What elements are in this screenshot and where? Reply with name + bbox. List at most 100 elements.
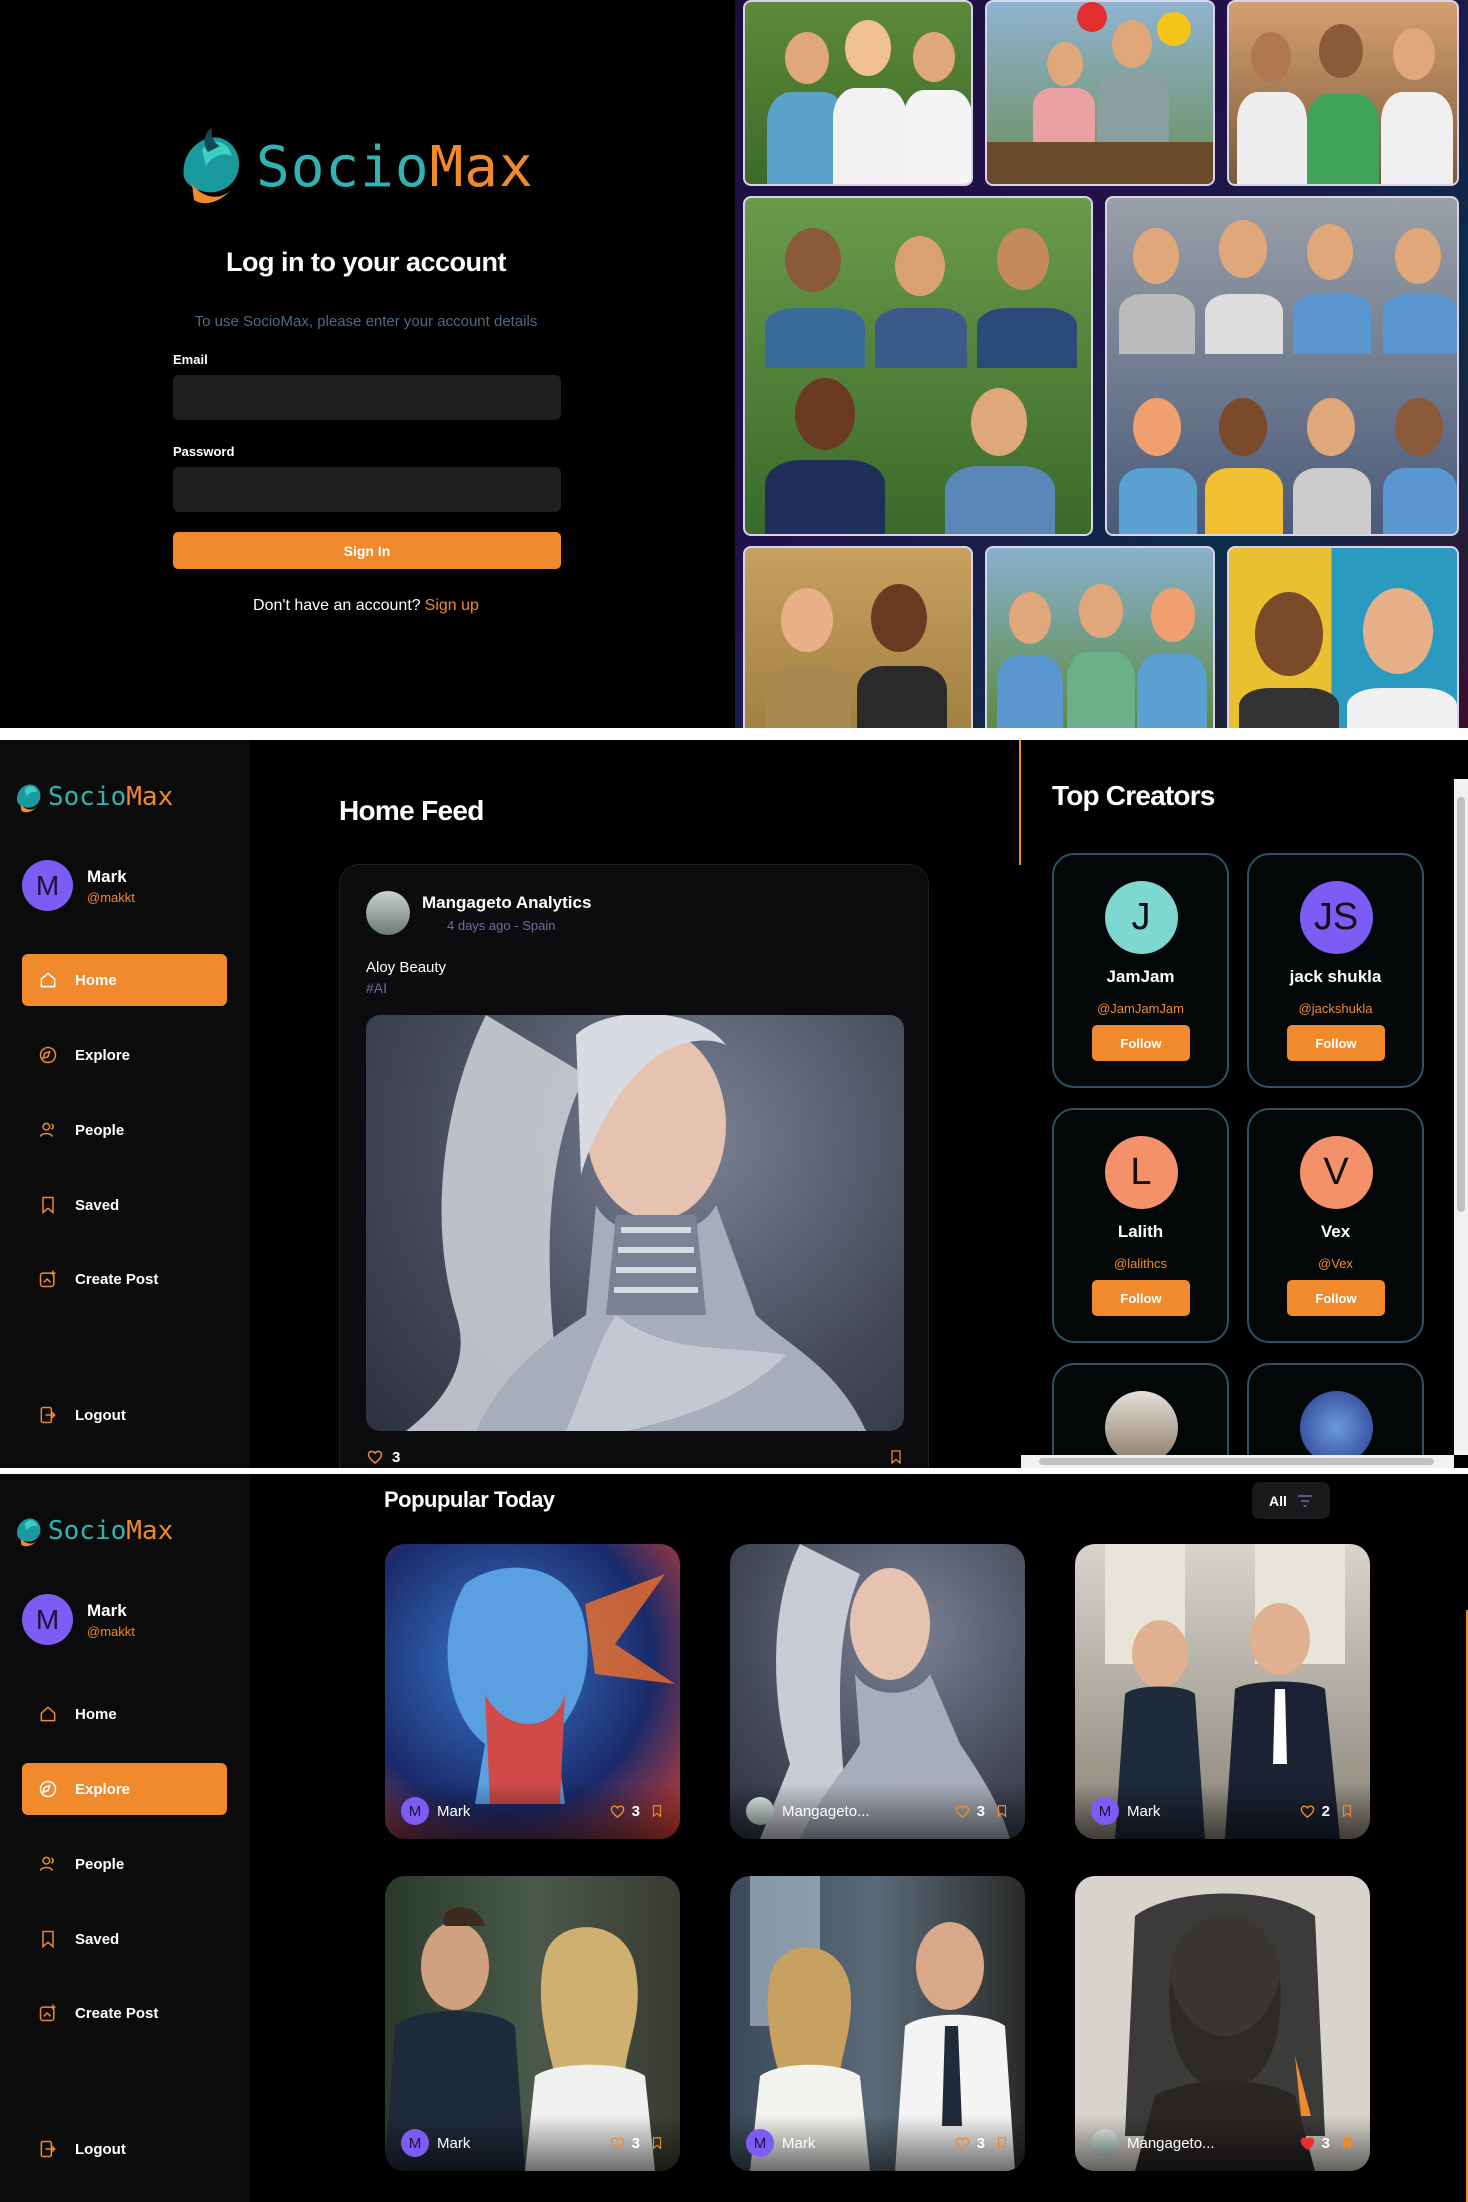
card-author: Mangageto...	[1127, 2134, 1215, 2152]
collage-tile	[985, 546, 1215, 728]
heart-icon[interactable]	[954, 1803, 971, 1820]
logo-text-max: Max	[126, 1516, 174, 1546]
email-field[interactable]	[173, 375, 561, 420]
filter-dropdown[interactable]: All	[1252, 1482, 1330, 1519]
follow-button[interactable]: Follow	[1287, 1025, 1385, 1061]
filter-value: All	[1269, 1492, 1287, 1509]
sidebar-item-label: Home	[75, 971, 117, 989]
bookmark-icon[interactable]	[650, 1803, 664, 1819]
heart-icon[interactable]	[366, 1448, 384, 1466]
heart-icon[interactable]	[609, 2135, 626, 2152]
bookmark-icon[interactable]	[888, 1448, 904, 1466]
home-icon	[40, 1706, 56, 1722]
explore-card[interactable]: M Mark 3	[730, 1876, 1025, 2171]
follow-button[interactable]: Follow	[1287, 1280, 1385, 1316]
follow-button[interactable]: Follow	[1092, 1280, 1190, 1316]
sidebar-item-explore[interactable]: Explore	[22, 1029, 227, 1081]
bookmark-icon[interactable]	[995, 1803, 1009, 1819]
explore-card[interactable]: Mangageto... 3	[1075, 1876, 1370, 2171]
like-count: 3	[392, 1448, 401, 1466]
logo-text-max: Max	[126, 782, 174, 812]
logout-label: Logout	[75, 2140, 126, 2158]
sign-up-link[interactable]: Sign up	[425, 597, 479, 614]
heart-icon[interactable]	[609, 1803, 626, 1820]
post-author[interactable]: Mangageto Analytics 4 days ago - Spain	[366, 891, 591, 935]
login-title: Log in to your account	[226, 247, 507, 277]
sidebar-item-home[interactable]: Home	[22, 954, 227, 1006]
like-count: 3	[976, 2134, 985, 2152]
creator-card[interactable]	[1052, 1363, 1229, 1468]
creator-card[interactable]: L Lalith @lalithcs Follow	[1052, 1108, 1229, 1343]
sidebar-item-people[interactable]: People	[22, 1838, 227, 1890]
post-time: 4 days ago	[447, 918, 511, 933]
sidebar-item-people[interactable]: People	[22, 1104, 227, 1156]
sidebar-item-label: Saved	[75, 1930, 120, 1948]
card-author: Mark	[782, 2134, 816, 2152]
creator-handle: @Vex	[1318, 1256, 1353, 1271]
sign-in-button[interactable]: Sign In	[173, 532, 561, 569]
creator-card[interactable]: J JamJam @JamJamJam Follow	[1052, 853, 1229, 1088]
heart-icon[interactable]	[1299, 1803, 1316, 1820]
follow-button[interactable]: Follow	[1092, 1025, 1190, 1061]
creator-handle: @lalithcs	[1114, 1256, 1167, 1271]
collage-tile	[743, 546, 973, 728]
card-author: Mark	[437, 1802, 471, 1820]
sidebar-item-saved[interactable]: Saved	[22, 1913, 227, 1965]
home-feed-screen: SocioMax M Mark @makkt Home Explore Peopl…	[0, 740, 1468, 1468]
post-card[interactable]: Mangageto Analytics 4 days ago - Spain A…	[339, 864, 929, 1468]
sidebar-item-create-post[interactable]: Create Post	[22, 1987, 227, 2039]
scrollbar-thumb[interactable]	[1039, 1458, 1434, 1465]
people-icon	[39, 1856, 54, 1871]
avatar: L	[1104, 1136, 1178, 1209]
sidebar-item-saved[interactable]: Saved	[22, 1179, 227, 1231]
sidebar: SocioMax M Mark @makkt Home Explore Peopl…	[0, 740, 250, 1468]
like-count: 3	[631, 2134, 640, 2152]
avatar: M	[746, 2129, 774, 2157]
bookmark-icon[interactable]	[650, 2135, 664, 2151]
sidebar-item-explore[interactable]: Explore	[22, 1763, 227, 1815]
heart-filled-icon[interactable]	[1299, 2135, 1316, 2152]
logo-text: SocioMax	[48, 782, 173, 812]
creator-card[interactable]: V Vex @Vex Follow	[1247, 1108, 1424, 1343]
user-profile[interactable]: M Mark @makkt	[22, 860, 135, 911]
bookmark-filled-icon[interactable]	[1340, 2135, 1354, 2151]
create-post-icon	[39, 2004, 56, 2022]
explore-icon	[39, 1780, 57, 1798]
page-title: Popupular Today	[384, 1487, 555, 1512]
avatar: M	[401, 1797, 429, 1825]
login-form-area: SocioMax Log in to your account To use S…	[0, 0, 735, 728]
sidebar-item-create-post[interactable]: Create Post	[22, 1253, 227, 1305]
explore-card[interactable]: Mangageto... 3	[730, 1544, 1025, 1839]
horizontal-scrollbar[interactable]	[1021, 1455, 1454, 1468]
explore-card[interactable]: M Mark 3	[385, 1876, 680, 2171]
post-image[interactable]	[366, 1015, 904, 1431]
explore-card[interactable]: M Mark 3	[385, 1544, 680, 1839]
creator-card[interactable]: JS jack shukla @jackshukla Follow	[1247, 853, 1424, 1088]
sidebar-item-label: Saved	[75, 1196, 120, 1214]
sidebar-item-home[interactable]: Home	[22, 1688, 227, 1740]
logo-mark-icon	[183, 128, 240, 204]
explore-card[interactable]: M Mark 2	[1075, 1544, 1370, 1839]
password-field[interactable]	[173, 467, 561, 512]
avatar: V	[1299, 1136, 1373, 1209]
like-group[interactable]: 3	[366, 1448, 400, 1466]
sidebar-logo[interactable]: SocioMax	[12, 1512, 173, 1550]
logo-text-socio: Socio	[48, 1516, 127, 1546]
sidebar-logo[interactable]: SocioMax	[12, 778, 173, 816]
top-creators-title: Top Creators	[1052, 780, 1215, 811]
like-count: 2	[1321, 1802, 1330, 1820]
logout-button[interactable]: Logout	[22, 1389, 227, 1441]
scrollbar-thumb[interactable]	[1457, 797, 1465, 1212]
user-profile[interactable]: M Mark @makkt	[22, 1594, 135, 1645]
bookmark-icon	[42, 1196, 54, 1215]
heart-icon[interactable]	[954, 2135, 971, 2152]
user-handle: @makkt	[87, 1623, 135, 1639]
avatar: M	[401, 2129, 429, 2157]
vertical-scrollbar[interactable]	[1454, 779, 1468, 1455]
logout-button[interactable]: Logout	[22, 2123, 227, 2175]
explore-icon	[39, 1046, 57, 1064]
bookmark-icon[interactable]	[1340, 1803, 1354, 1819]
creator-card[interactable]	[1247, 1363, 1424, 1468]
bookmark-icon[interactable]	[995, 2135, 1009, 2151]
post-tag[interactable]: #AI	[366, 980, 387, 996]
